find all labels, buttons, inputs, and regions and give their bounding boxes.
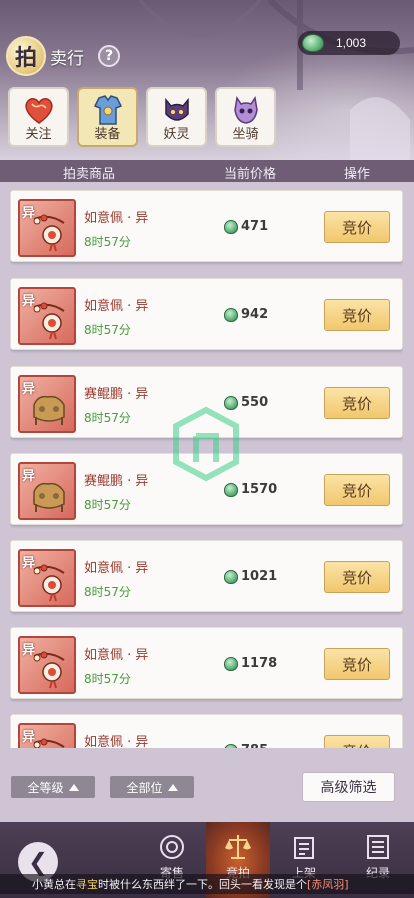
- bid-button[interactable]: 竞价: [324, 648, 390, 680]
- tab-equipment[interactable]: 装备: [77, 87, 138, 147]
- tab-mount[interactable]: 坐骑: [215, 87, 276, 147]
- pendant-icon: [33, 651, 65, 689]
- item-icon[interactable]: 异: [18, 199, 76, 257]
- item-name: 赛鲲鹏 · 异: [84, 387, 149, 402]
- auction-row[interactable]: 异 如意佩 · 异 8时57分 471 竞价: [10, 190, 403, 262]
- mount-icon: [233, 96, 258, 124]
- price-value: 785: [241, 743, 268, 748]
- title-emblem: 拍: [6, 36, 46, 76]
- saddle-icon: [33, 395, 65, 425]
- slot-filter-dropdown[interactable]: 全部位: [110, 776, 194, 798]
- price-value: 1178: [241, 656, 278, 671]
- column-item: 拍卖商品: [63, 167, 116, 182]
- price-value: 1570: [241, 482, 278, 497]
- jade-currency-icon: [224, 569, 238, 584]
- ticker-item: [赤凤羽]: [307, 878, 349, 891]
- list-item-icon: [294, 837, 314, 859]
- item-time-left: 8时57分: [84, 498, 131, 512]
- system-ticker: 小黄总在 寻宝 时被什么东西绊了一下。回头一看发现是个 [赤凤羽]: [0, 874, 414, 894]
- ticker-place: 寻宝: [76, 878, 98, 891]
- consign-icon: [160, 835, 184, 859]
- item-time-left: 8时57分: [84, 585, 131, 599]
- pendant-icon: [33, 302, 65, 340]
- bid-button[interactable]: 竞价: [324, 387, 390, 419]
- category-tabs: 关注 装备 妖灵 坐骑: [8, 87, 276, 147]
- record-icon: [367, 835, 389, 859]
- item-name: 如意佩 · 异: [84, 561, 149, 576]
- filter-bar: 全等级 全部位 高级筛选: [0, 760, 414, 820]
- item-time-left: 8时57分: [84, 235, 131, 249]
- jade-currency-icon: [224, 482, 238, 497]
- watermark-logo: [173, 406, 239, 482]
- title-text: 卖行: [50, 48, 84, 69]
- item-time-left: 8时57分: [84, 672, 131, 686]
- item-icon[interactable]: 异: [18, 723, 76, 748]
- page-title: 拍 卖行 ?: [6, 36, 120, 76]
- jade-currency-icon: [224, 219, 238, 234]
- pendant-icon: [33, 214, 65, 252]
- pendant-icon: [33, 738, 65, 748]
- bid-button[interactable]: 竞价: [324, 735, 390, 748]
- jade-currency-icon: [302, 34, 324, 52]
- auction-row[interactable]: 异 如意佩 · 异 8时57分 942 竞价: [10, 278, 403, 350]
- bid-button[interactable]: 竞价: [324, 561, 390, 593]
- auction-scale-icon: [225, 835, 251, 859]
- item-time-left: 8时57分: [84, 411, 131, 425]
- triangle-up-icon: [167, 783, 178, 791]
- item-icon[interactable]: 异: [18, 375, 76, 433]
- column-header: 拍卖商品 当前价格 操作: [0, 160, 414, 182]
- price-value: 942: [241, 307, 269, 322]
- item-name: 如意佩 · 异: [84, 299, 149, 314]
- item-price: 1178: [224, 656, 277, 671]
- saddle-icon: [33, 482, 65, 512]
- grade-filter-label: 全等级: [27, 780, 64, 795]
- armor-icon: [93, 95, 122, 125]
- column-action: 操作: [344, 167, 371, 182]
- item-price: 1570: [224, 482, 277, 497]
- item-price: 785: [224, 743, 268, 748]
- item-icon[interactable]: 异: [18, 287, 76, 345]
- item-name: 如意佩 · 异: [84, 735, 149, 748]
- tab-spirit[interactable]: 妖灵: [146, 87, 207, 147]
- auction-row[interactable]: 异 如意佩 · 异 785 竞价: [10, 714, 403, 748]
- bid-button[interactable]: 竞价: [324, 474, 390, 506]
- item-icon[interactable]: 异: [18, 462, 76, 520]
- item-price: 1021: [224, 569, 277, 584]
- item-name: 如意佩 · 异: [84, 648, 149, 663]
- item-price: 471: [224, 219, 268, 234]
- jade-currency-icon: [224, 656, 238, 671]
- price-value: 550: [241, 395, 269, 410]
- item-icon[interactable]: 异: [18, 636, 76, 694]
- pendant-icon: [33, 564, 65, 602]
- auction-row[interactable]: 异 如意佩 · 异 8时57分 1178 竞价: [10, 627, 403, 699]
- bid-button[interactable]: 竞价: [324, 211, 390, 243]
- item-name: 赛鲲鹏 · 异: [84, 474, 149, 489]
- jade-currency-icon: [224, 307, 238, 322]
- ticker-prefix: 小黄总在: [32, 878, 76, 891]
- bid-button[interactable]: 竞价: [324, 299, 390, 331]
- back-arrow-icon: ❮: [27, 848, 49, 876]
- auction-row[interactable]: 异 如意佩 · 异 8时57分 1021 竞价: [10, 540, 403, 612]
- item-name: 如意佩 · 异: [84, 211, 149, 226]
- grade-filter-dropdown[interactable]: 全等级: [11, 776, 95, 798]
- jade-currency-icon: [224, 743, 238, 748]
- slot-filter-label: 全部位: [126, 780, 163, 795]
- item-icon[interactable]: 异: [18, 549, 76, 607]
- price-value: 471: [241, 219, 269, 234]
- currency-display[interactable]: 1,003: [298, 31, 400, 55]
- price-value: 1021: [241, 569, 278, 584]
- item-price: 942: [224, 307, 268, 322]
- ticker-middle: 时被什么东西绊了一下。回头一看发现是个: [98, 878, 307, 891]
- column-price: 当前价格: [224, 167, 277, 182]
- currency-value: 1,003: [336, 36, 367, 50]
- item-time-left: 8时57分: [84, 323, 131, 337]
- help-button[interactable]: ?: [98, 45, 120, 67]
- tab-follow[interactable]: 关注: [8, 87, 69, 147]
- header: 拍 卖行 ? 1,003 关注 装备 妖灵 坐骑: [0, 0, 414, 160]
- triangle-up-icon: [68, 783, 79, 791]
- heart-icon: [24, 98, 53, 124]
- advanced-filter-button[interactable]: 高级筛选: [302, 772, 395, 802]
- spirit-icon: [164, 97, 189, 121]
